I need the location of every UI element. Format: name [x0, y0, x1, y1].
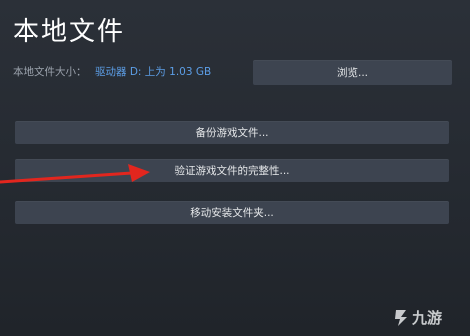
local-files-size-value: 驱动器 D: 上为 1.03 GB [95, 66, 212, 78]
move-install-folder-button[interactable]: 移动安装文件夹... [15, 201, 449, 224]
local-files-size-label: 本地文件大小： [13, 66, 87, 78]
jiuyou-watermark-logo: 九游 [395, 309, 442, 327]
watermark-text: 九游 [411, 309, 442, 327]
browse-button[interactable]: 浏览... [253, 60, 452, 85]
backup-game-files-button[interactable]: 备份游戏文件... [15, 121, 449, 144]
red-arrow-annotation [0, 164, 150, 184]
page-title: 本地文件 [13, 17, 126, 47]
